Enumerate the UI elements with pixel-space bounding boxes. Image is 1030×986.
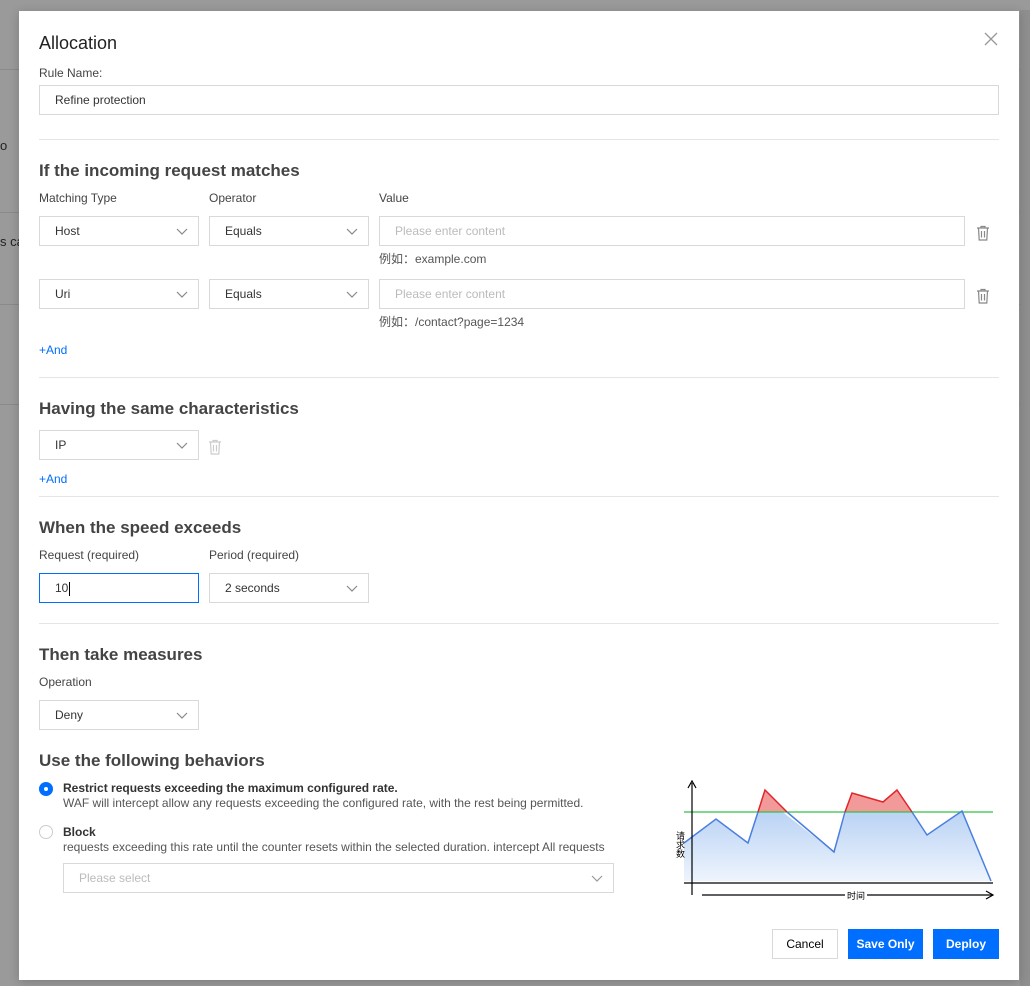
rule-name-input[interactable]: Refine protection [39,85,999,115]
delete-icon[interactable] [976,288,990,304]
measures-heading: Then take measures [39,645,203,664]
allocation-dialog: Allocation Rule Name: Refine protection … [19,11,1019,980]
chevron-down-icon [346,291,358,298]
value-hint: 例如：/contact?page=1234 [379,315,525,329]
characteristics-heading: Having the same characteristics [39,399,299,418]
traffic-area [684,790,991,881]
request-input[interactable]: 10 [39,573,199,603]
chevron-down-icon [346,228,358,235]
deploy-button[interactable]: Deploy [933,929,999,959]
operation-select[interactable]: Deny [39,700,199,730]
delete-icon[interactable] [976,225,990,241]
matching-type-select[interactable]: Uri [39,279,199,309]
behaviors-heading: Use the following behaviors [39,751,265,770]
rule-name-label: Rule Name: [39,66,103,80]
save-only-button[interactable]: Save Only [848,929,923,959]
rate-limit-diagram: 请求数 时间 [674,779,995,902]
add-condition-link[interactable]: +And [39,343,67,357]
y-axis-label: 请求数 [674,830,685,859]
block-duration-select[interactable]: Please select [63,863,614,893]
dialog-title: Allocation [39,33,118,53]
value-input[interactable]: Please enter content [379,279,965,309]
text-caret [69,581,71,596]
cancel-button[interactable]: Cancel [772,929,838,959]
value-label: Value [379,191,409,205]
match-section-heading: If the incoming request matches [39,161,300,180]
matching-type-label: Matching Type [39,191,117,205]
section-divider [39,623,999,624]
section-divider [39,377,999,378]
block-radio[interactable] [39,825,53,839]
matching-type-select[interactable]: Host [39,216,199,246]
chevron-down-icon [176,291,188,298]
operator-label: Operator [209,191,257,205]
restrict-option-title: Restrict requests exceeding the maximum … [63,781,398,795]
operator-value: Equals [225,287,262,301]
close-icon[interactable] [983,31,999,47]
operator-select[interactable]: Equals [209,279,369,309]
block-option-desc: requests exceeding this rate until the c… [63,840,605,854]
period-value: 2 seconds [225,581,280,595]
restrict-option-desc: WAF will intercept allow any requests ex… [63,796,584,810]
chevron-down-icon [176,228,188,235]
operator-value: Equals [225,224,262,238]
matching-type-value: Host [55,224,80,238]
characteristic-select[interactable]: IP [39,430,199,460]
section-divider [39,496,999,497]
operator-select[interactable]: Equals [209,216,369,246]
chevron-down-icon [346,585,358,592]
matching-type-value: Uri [55,287,71,301]
speed-heading: When the speed exceeds [39,518,242,537]
value-hint: 例如：example.com [379,252,487,266]
block-option-title: Block [63,825,96,839]
request-value: 10 [55,581,69,595]
background-scrollbar [1020,10,1030,986]
request-label: Request (required) [39,548,140,562]
restrict-radio[interactable] [39,782,53,796]
operation-value: Deny [55,708,84,722]
operation-label: Operation [39,675,92,689]
x-axis-label: 时间 [847,890,865,902]
background-text: o [0,138,8,153]
section-divider [39,139,999,140]
period-select[interactable]: 2 seconds [209,573,369,603]
block-duration-placeholder: Please select [79,871,151,885]
period-label: Period (required) [209,548,300,562]
delete-icon[interactable] [208,439,222,455]
chevron-down-icon [591,875,603,882]
chevron-down-icon [176,712,188,719]
value-input[interactable]: Please enter content [379,216,965,246]
characteristic-value: IP [55,438,67,452]
chevron-down-icon [176,442,188,449]
add-characteristic-link[interactable]: +And [39,472,67,486]
